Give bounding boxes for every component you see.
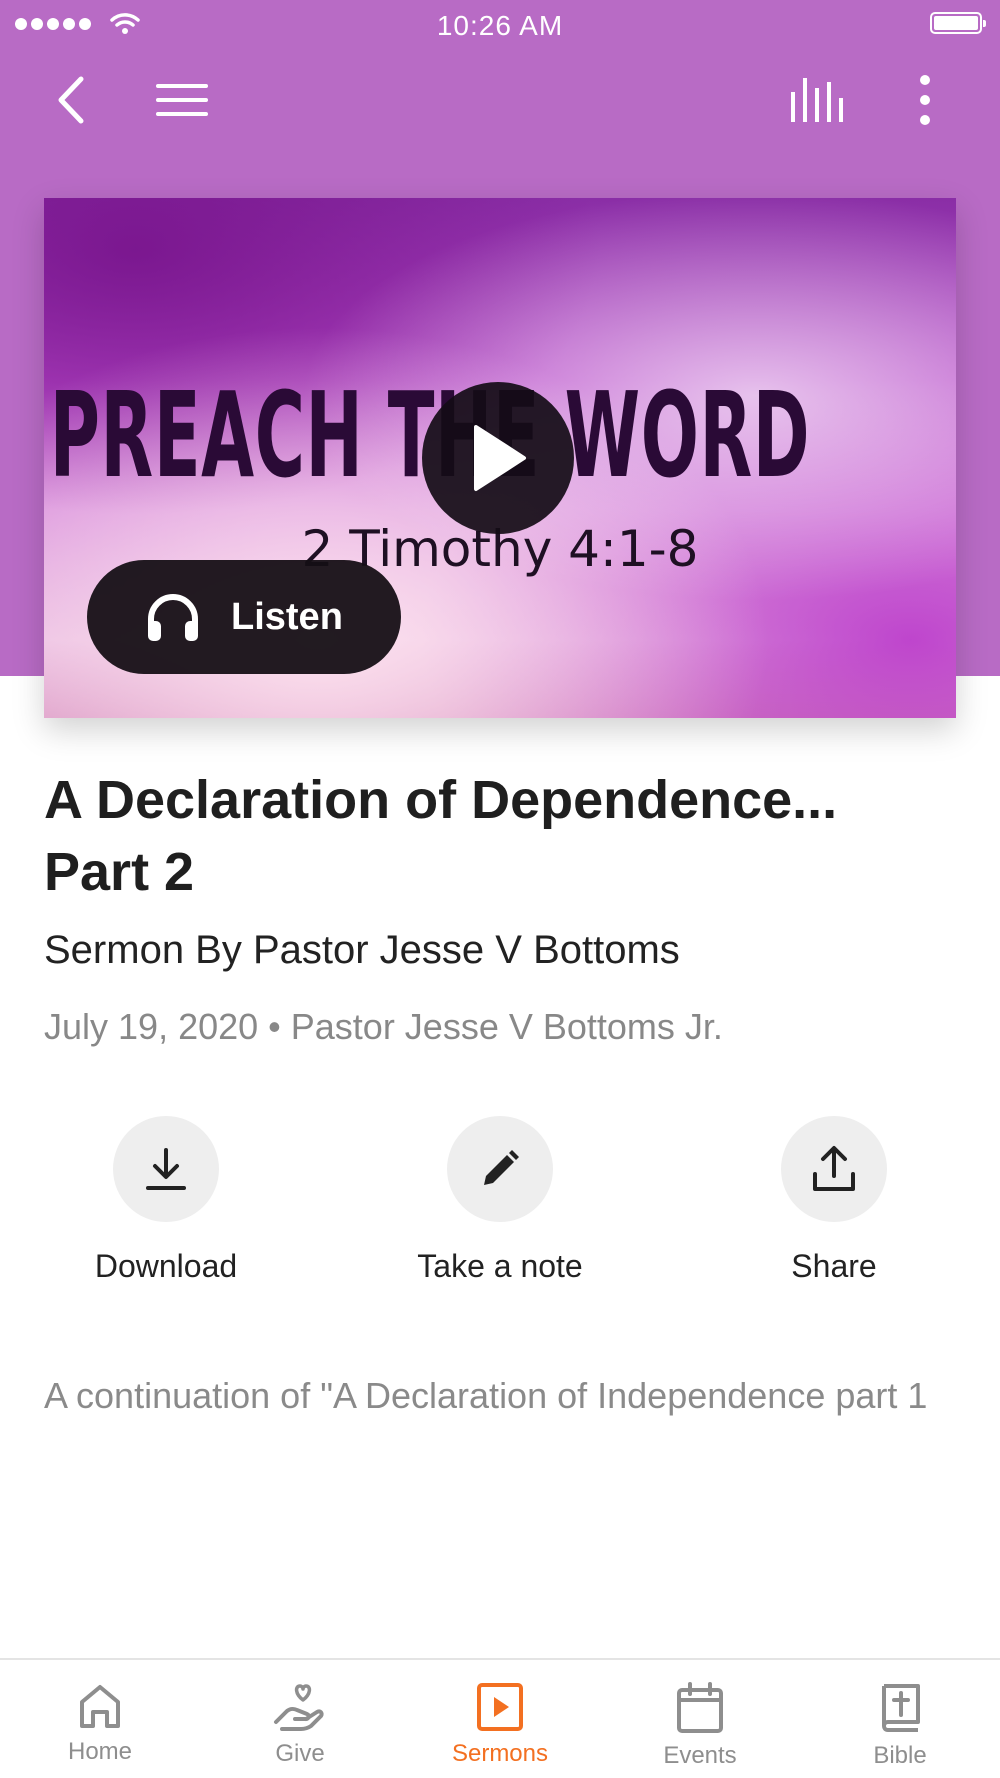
listen-label: Listen (231, 595, 343, 638)
home-icon (80, 1685, 120, 1728)
listen-button[interactable]: Listen (87, 560, 401, 674)
tab-home-label: Home (67, 1738, 133, 1765)
tab-bible[interactable]: Bible (800, 1660, 1000, 1778)
play-button[interactable] (422, 382, 574, 534)
tab-events-label: Events (663, 1742, 737, 1769)
sermon-description: A continuation of "A Declaration of Inde… (44, 1375, 928, 1416)
more-options-button[interactable] (900, 70, 950, 130)
headphones-icon (145, 591, 201, 643)
share-icon (781, 1116, 887, 1222)
tab-sermons[interactable]: Sermons (400, 1660, 600, 1778)
take-note-label: Take a note (417, 1248, 583, 1284)
bible-icon (882, 1684, 920, 1732)
audio-levels-icon (791, 78, 843, 122)
tab-events[interactable]: Events (600, 1660, 800, 1778)
more-vertical-icon (920, 75, 930, 125)
status-time: 10:26 AM (436, 10, 564, 41)
tab-give[interactable]: Give (200, 1660, 400, 1778)
pencil-icon (447, 1116, 553, 1222)
share-label: Share (791, 1248, 877, 1284)
audio-levels-button[interactable] (784, 70, 852, 130)
download-label: Download (94, 1248, 238, 1284)
sermon-artwork: PREACH THE WORD 2 Timothy 4:1-8 Listen (44, 198, 956, 718)
sermon-title: A Declaration of Dependence... Part 2 (44, 770, 838, 902)
battery-icon (930, 12, 986, 34)
back-button[interactable] (40, 70, 100, 130)
sermon-subtitle: Sermon By Pastor Jesse V Bottoms (44, 928, 680, 972)
bottom-tab-bar: Home Give Sermons Events Bible (0, 1658, 1000, 1778)
share-button[interactable]: Share (714, 1116, 954, 1285)
sermons-icon (477, 1683, 523, 1731)
calendar-icon (677, 1682, 723, 1733)
sermon-meta: July 19, 2020 • Pastor Jesse V Bottoms J… (44, 1006, 723, 1047)
play-icon (474, 425, 526, 491)
tab-home[interactable]: Home (0, 1660, 200, 1778)
tab-give-label: Give (275, 1740, 325, 1767)
chevron-left-icon (58, 76, 84, 124)
hamburger-menu-icon (156, 84, 208, 116)
download-button[interactable]: Download (46, 1116, 286, 1285)
tab-sermons-label: Sermons (451, 1740, 549, 1767)
take-note-button[interactable]: Take a note (380, 1116, 620, 1285)
menu-button[interactable] (150, 70, 214, 130)
download-icon (113, 1116, 219, 1222)
give-icon (274, 1684, 324, 1731)
tab-bible-label: Bible (873, 1742, 927, 1769)
status-bar: 10:26 AM (0, 0, 1000, 50)
